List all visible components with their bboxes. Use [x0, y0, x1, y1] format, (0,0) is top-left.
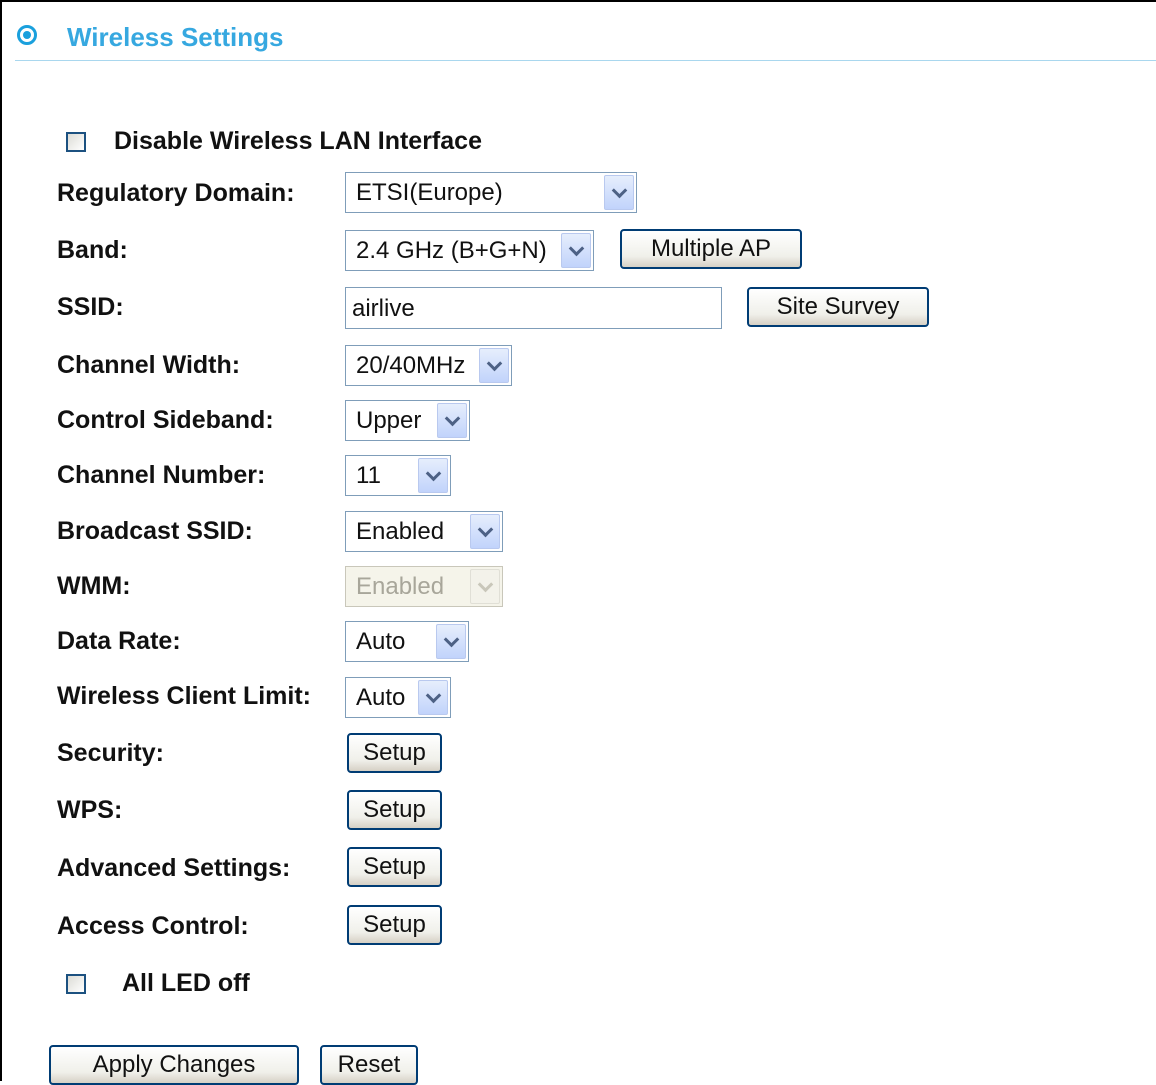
data-rate-value: Auto [356, 628, 406, 655]
chevron-down-icon [561, 233, 591, 268]
advanced-setup-button[interactable]: Setup [347, 847, 442, 887]
channel-width-label: Channel Width: [57, 351, 241, 379]
section-header: Wireless Settings [15, 20, 1156, 61]
chevron-down-icon [437, 403, 467, 438]
client-limit-value: Auto [356, 684, 406, 711]
control-sideband-value: Upper [356, 407, 422, 434]
page-title: Wireless Settings [67, 22, 284, 52]
target-icon [17, 25, 37, 45]
broadcast-ssid-label: Broadcast SSID: [57, 517, 253, 545]
regulatory-domain-label: Regulatory Domain: [57, 179, 295, 207]
data-rate-select[interactable]: Auto [345, 621, 469, 662]
channel-number-value: 11 [356, 462, 381, 489]
security-setup-button[interactable]: Setup [347, 733, 442, 773]
regulatory-domain-value: ETSI(Europe) [356, 179, 503, 206]
chevron-down-icon [436, 624, 466, 659]
client-limit-label: Wireless Client Limit: [57, 682, 311, 710]
channel-number-select[interactable]: 11 [345, 455, 451, 496]
all-led-off-label: All LED off [122, 969, 250, 997]
control-sideband-label: Control Sideband: [57, 406, 274, 434]
chevron-down-icon [418, 680, 448, 715]
wmm-value: Enabled [356, 573, 445, 600]
wmm-label: WMM: [57, 572, 131, 600]
data-rate-label: Data Rate: [57, 627, 181, 655]
advanced-settings-label: Advanced Settings: [57, 854, 291, 882]
disable-wlan-checkbox[interactable] [66, 132, 86, 152]
security-label: Security: [57, 739, 164, 767]
chevron-down-icon [470, 514, 500, 549]
client-limit-select[interactable]: Auto [345, 677, 451, 718]
wps-setup-button[interactable]: Setup [347, 790, 442, 830]
band-label: Band: [57, 236, 128, 264]
site-survey-button[interactable]: Site Survey [747, 287, 929, 327]
control-sideband-select[interactable]: Upper [345, 400, 470, 441]
chevron-down-icon [470, 569, 500, 604]
channel-width-value: 20/40MHz [356, 352, 466, 379]
chevron-down-icon [479, 348, 509, 383]
chevron-down-icon [604, 175, 634, 210]
disable-wlan-label: Disable Wireless LAN Interface [114, 127, 482, 155]
band-select[interactable]: 2.4 GHz (B+G+N) [345, 230, 594, 271]
all-led-off-checkbox[interactable] [66, 974, 86, 994]
broadcast-ssid-value: Enabled [356, 518, 445, 545]
broadcast-ssid-select[interactable]: Enabled [345, 511, 503, 552]
regulatory-domain-select[interactable]: ETSI(Europe) [345, 172, 637, 213]
ssid-value: airlive [352, 295, 415, 322]
wmm-select: Enabled [345, 566, 503, 607]
access-control-label: Access Control: [57, 912, 249, 940]
channel-number-label: Channel Number: [57, 461, 266, 489]
reset-button[interactable]: Reset [320, 1045, 418, 1085]
wps-label: WPS: [57, 796, 123, 824]
channel-width-select[interactable]: 20/40MHz [345, 345, 512, 386]
access-control-setup-button[interactable]: Setup [347, 905, 442, 945]
band-value: 2.4 GHz (B+G+N) [356, 237, 547, 264]
ssid-label: SSID: [57, 293, 124, 321]
chevron-down-icon [418, 458, 448, 493]
multiple-ap-button[interactable]: Multiple AP [620, 229, 802, 269]
apply-changes-button[interactable]: Apply Changes [49, 1045, 299, 1085]
ssid-input[interactable]: airlive [345, 287, 722, 329]
